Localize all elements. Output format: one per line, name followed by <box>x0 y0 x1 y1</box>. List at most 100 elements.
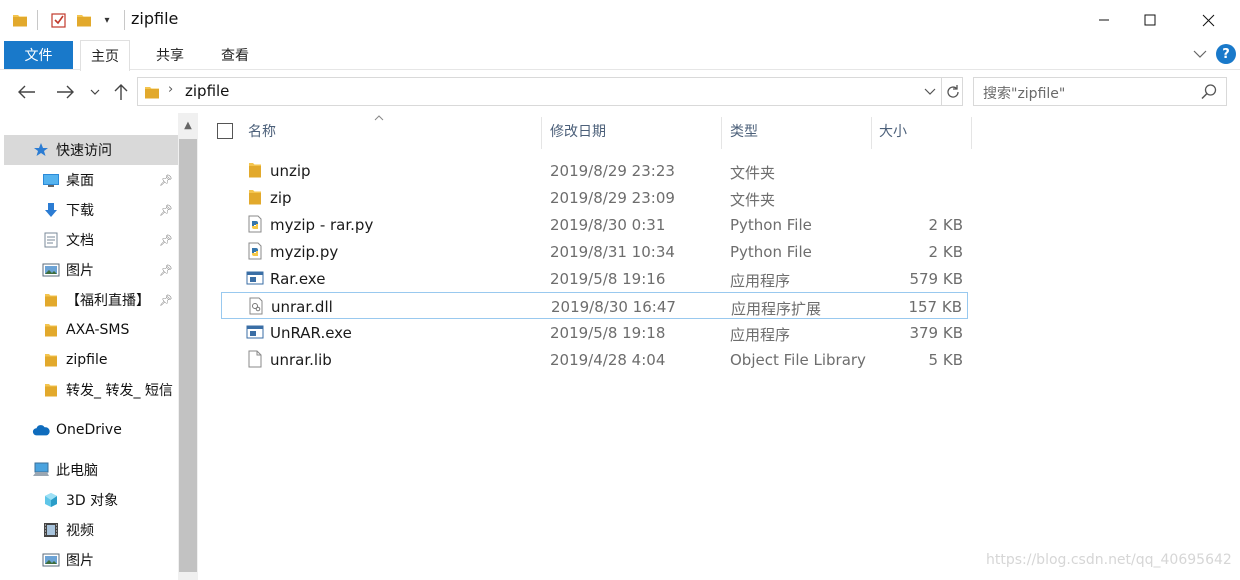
minimize-button[interactable] <box>1081 0 1127 40</box>
quick-access-dropdown-icon[interactable]: ▾ <box>100 10 114 30</box>
pin-icon[interactable]: 📌︎ <box>159 174 173 187</box>
sidebar-item-folder[interactable]: 转发_ 转发_ 短信 <box>4 375 178 405</box>
file-name[interactable]: UnRAR.exe <box>270 324 352 342</box>
file-icon <box>246 350 264 368</box>
folder-icon[interactable] <box>12 10 28 30</box>
sidebar-item-this-pc[interactable]: 此电脑 <box>4 455 178 485</box>
recent-locations-button[interactable] <box>88 81 102 103</box>
maximize-button[interactable] <box>1127 0 1173 40</box>
search-placeholder: 搜索"zipfile" <box>983 86 1066 102</box>
search-input[interactable]: 搜索"zipfile" <box>973 77 1227 106</box>
sidebar-item-quick-access[interactable]: 快速访问 <box>4 135 178 165</box>
forward-button[interactable] <box>54 81 76 103</box>
column-divider[interactable] <box>971 117 972 149</box>
file-type: Python File <box>730 243 812 261</box>
folder-icon <box>144 84 160 100</box>
help-button[interactable]: ? <box>1216 44 1236 64</box>
new-folder-icon[interactable] <box>76 10 92 30</box>
file-row[interactable]: UnRAR.exe 2019/5/8 19:18 应用程序 379 KB <box>221 319 968 346</box>
column-divider[interactable] <box>871 117 872 149</box>
file-row[interactable]: myzip.py 2019/8/31 10:34 Python File 2 K… <box>221 238 968 265</box>
sidebar-item-documents[interactable]: 文档 📌︎ <box>4 225 178 255</box>
select-all-checkbox[interactable] <box>217 123 233 139</box>
file-name[interactable]: unrar.lib <box>270 351 332 369</box>
sidebar-item-downloads[interactable]: 下载 📌︎ <box>4 195 178 225</box>
separator <box>37 10 38 30</box>
sidebar-item-pictures[interactable]: 图片 <box>4 545 178 575</box>
pin-icon[interactable]: 📌︎ <box>159 294 173 307</box>
close-button[interactable] <box>1185 0 1231 40</box>
sidebar-item-folder[interactable]: AXA-SMS <box>4 315 178 345</box>
column-divider[interactable] <box>721 117 722 149</box>
file-type: Python File <box>730 216 812 234</box>
file-date: 2019/5/8 19:16 <box>550 270 666 288</box>
tab-file[interactable]: 文件 <box>4 41 73 69</box>
sidebar-item-label: AXA-SMS <box>66 322 130 338</box>
tab-share[interactable]: 共享 <box>145 40 195 70</box>
sidebar-item-videos[interactable]: 视频 <box>4 515 178 545</box>
column-label: 类型 <box>730 124 758 140</box>
sidebar-item-label: zipfile <box>66 352 108 368</box>
pin-icon[interactable]: 📌︎ <box>159 204 173 217</box>
file-name[interactable]: myzip - rar.py <box>270 216 373 234</box>
navigation-pane: 快速访问 桌面 📌︎ 下载 📌︎ 文档 📌︎ 图片 📌︎ 【福利直播】 📌︎ A… <box>0 113 200 580</box>
tab-view[interactable]: 查看 <box>210 40 260 70</box>
sidebar-item-folder[interactable]: zipfile <box>4 345 178 375</box>
refresh-button[interactable] <box>941 78 963 105</box>
file-name[interactable]: zip <box>270 189 292 207</box>
sidebar-scrollbar[interactable]: ▲ <box>178 113 198 580</box>
file-row[interactable]: myzip - rar.py 2019/8/30 0:31 Python Fil… <box>221 211 968 238</box>
column-label: 名称 <box>248 124 276 140</box>
column-header-type[interactable]: 类型 <box>730 113 870 149</box>
title-bar: ▾ zipfile <box>0 0 1240 40</box>
column-label: 大小 <box>879 124 907 140</box>
file-name[interactable]: unzip <box>270 162 311 180</box>
sidebar-item-label: 图片 <box>66 553 94 569</box>
chevron-down-icon[interactable] <box>922 82 938 102</box>
file-size: 379 KB <box>909 324 963 342</box>
file-row[interactable]: zip 2019/8/29 23:09 文件夹 <box>221 184 968 211</box>
tab-home[interactable]: 主页 <box>80 40 130 71</box>
back-button[interactable] <box>16 81 38 103</box>
breadcrumb-segment[interactable]: zipfile <box>185 82 229 100</box>
sidebar-item-pictures[interactable]: 图片 📌︎ <box>4 255 178 285</box>
file-date: 2019/8/29 23:23 <box>550 162 675 180</box>
file-name[interactable]: Rar.exe <box>270 270 325 288</box>
file-name[interactable]: myzip.py <box>270 243 338 261</box>
address-bar[interactable]: › zipfile <box>137 77 963 106</box>
column-divider[interactable] <box>541 117 542 149</box>
file-row[interactable]: unrar.dll 2019/8/30 16:47 应用程序扩展 157 KB <box>221 292 968 319</box>
properties-icon[interactable] <box>50 10 68 30</box>
picture-icon <box>42 551 60 569</box>
chevron-down-icon[interactable] <box>1192 46 1208 62</box>
pin-icon[interactable]: 📌︎ <box>159 234 173 247</box>
file-row[interactable]: Rar.exe 2019/5/8 19:16 应用程序 579 KB <box>221 265 968 292</box>
file-type: 应用程序 <box>730 272 791 290</box>
column-header-date[interactable]: 修改日期 <box>550 113 720 149</box>
sidebar-item-label: 下载 <box>66 203 94 219</box>
pin-icon[interactable]: 📌︎ <box>159 264 173 277</box>
sidebar-item-3d-objects[interactable]: 3D 对象 <box>4 485 178 515</box>
dll-icon <box>247 297 265 315</box>
computer-icon <box>32 461 50 479</box>
column-label: 修改日期 <box>550 124 606 140</box>
folder-icon <box>42 291 60 309</box>
column-header-size[interactable]: 大小 <box>879 113 969 149</box>
search-icon[interactable] <box>1200 83 1218 101</box>
up-button[interactable] <box>110 81 132 103</box>
sidebar-item-onedrive[interactable]: OneDrive <box>4 415 178 445</box>
sidebar-item-label: 文档 <box>66 233 94 249</box>
scroll-up-button[interactable]: ▲ <box>178 113 198 137</box>
file-name[interactable]: unrar.dll <box>271 298 333 316</box>
file-type: 应用程序扩展 <box>731 300 822 318</box>
sidebar-item-desktop[interactable]: 桌面 📌︎ <box>4 165 178 195</box>
file-list: 名称 修改日期 类型 大小 unzip 2019/8/29 23:23 文件夹 … <box>200 113 1240 580</box>
file-row[interactable]: unrar.lib 2019/4/28 4:04 Object File Lib… <box>221 346 968 373</box>
sidebar-item-folder[interactable]: 【福利直播】 📌︎ <box>4 285 178 315</box>
chevron-right-icon[interactable]: › <box>168 82 173 97</box>
scrollbar-thumb[interactable] <box>179 139 197 572</box>
column-header-name[interactable]: 名称 <box>248 113 538 149</box>
file-type: 应用程序 <box>730 326 791 344</box>
file-row[interactable]: unzip 2019/8/29 23:23 文件夹 <box>221 157 968 184</box>
window-title: zipfile <box>131 9 179 28</box>
